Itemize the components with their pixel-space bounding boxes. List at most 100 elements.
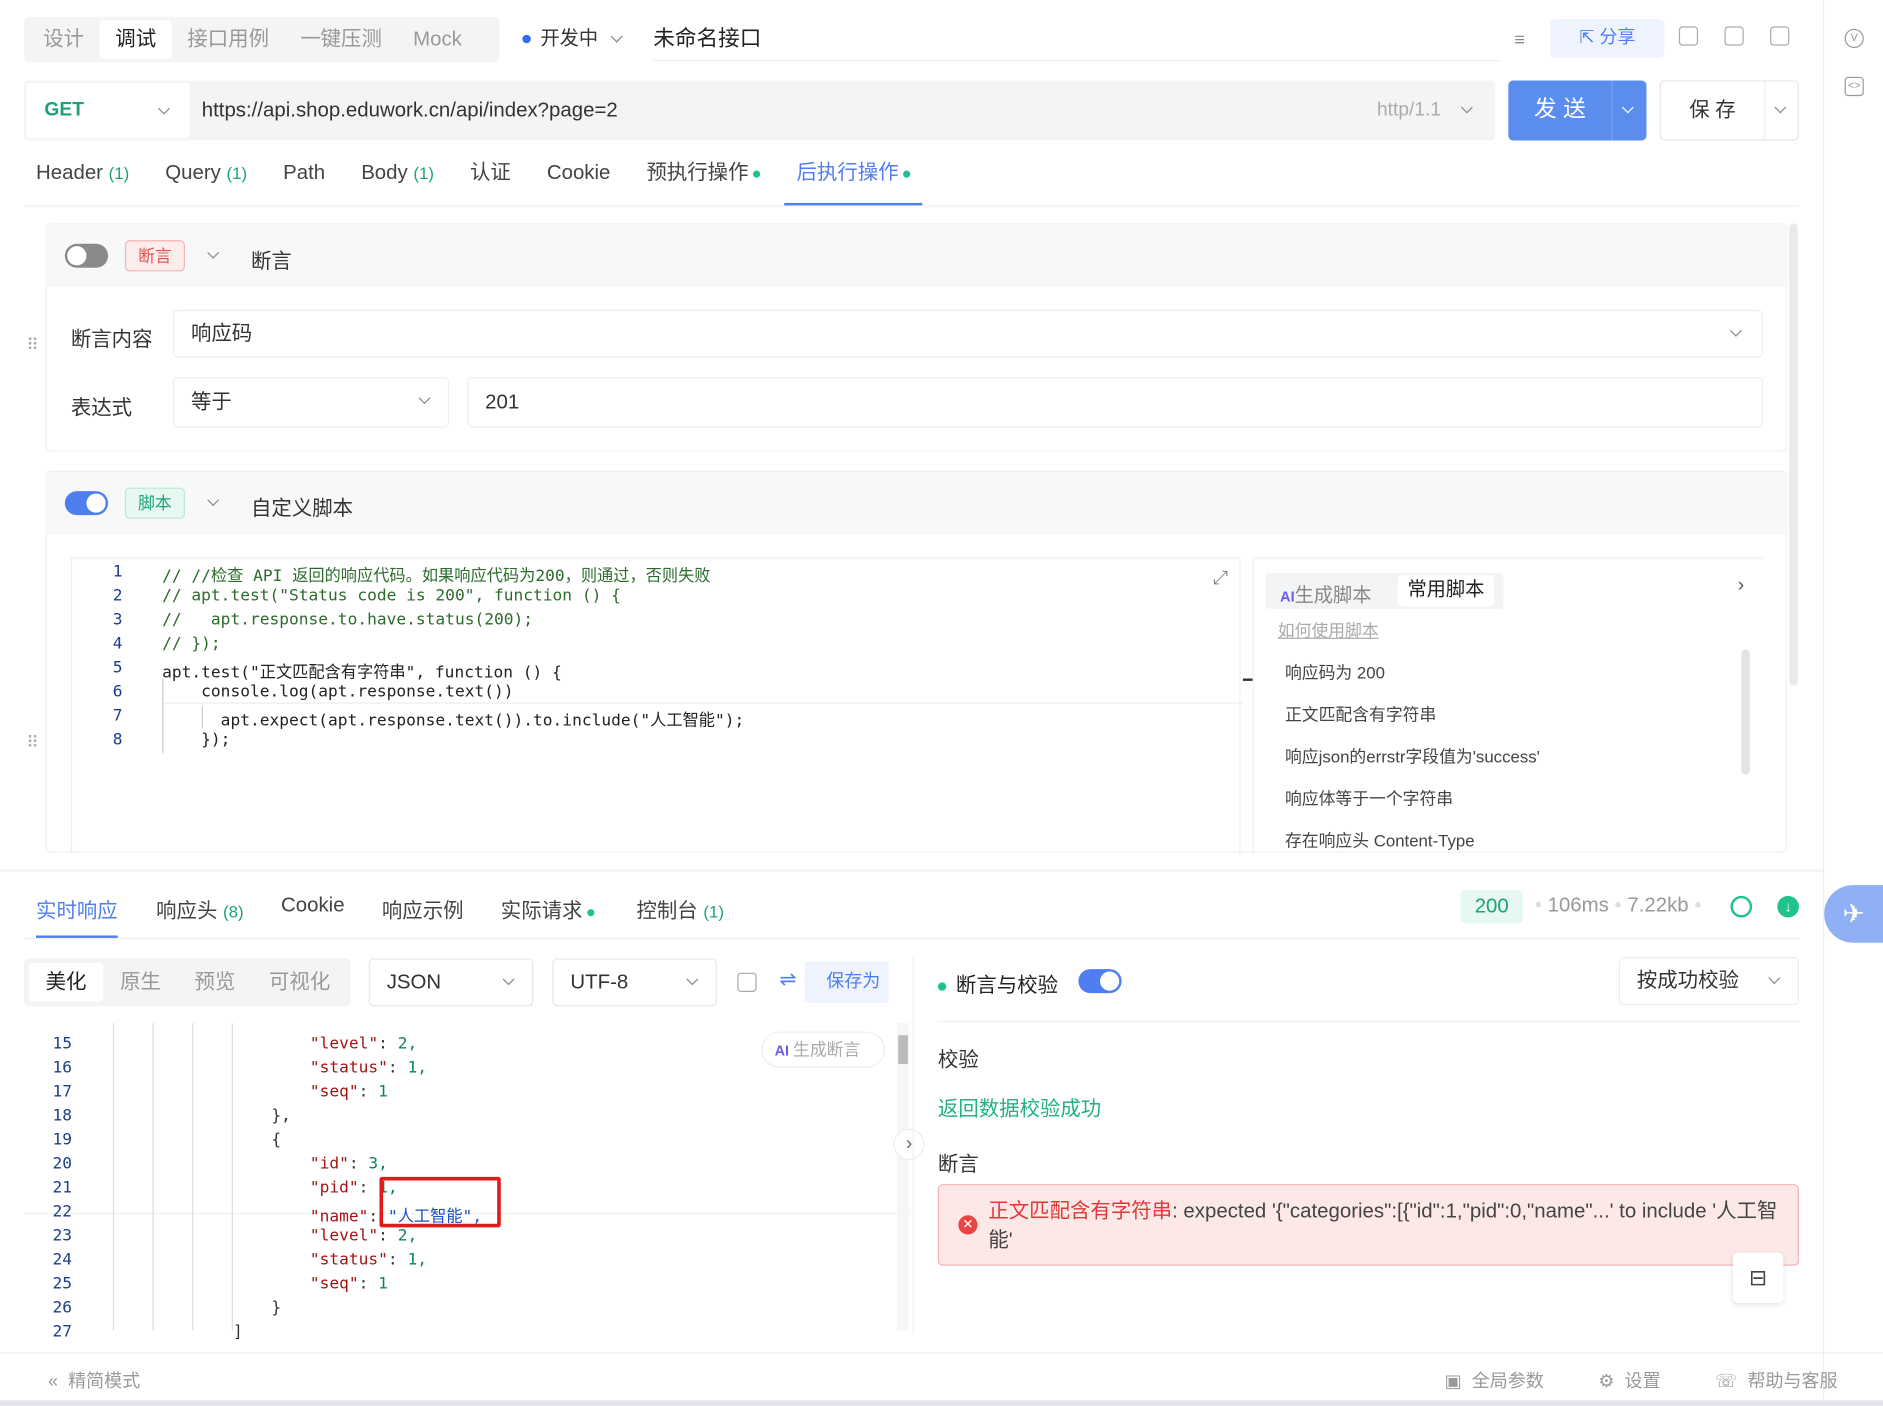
expand-icon[interactable]: ⤢ bbox=[1213, 566, 1228, 590]
snippet-item[interactable]: 响应体等于一个字符串 bbox=[1285, 787, 1453, 811]
tab-response-headers[interactable]: 响应头 (8) bbox=[156, 893, 243, 923]
status-select[interactable]: 开发中 bbox=[522, 17, 624, 63]
scrollbar[interactable] bbox=[897, 1023, 910, 1331]
globe-icon[interactable] bbox=[1730, 895, 1753, 918]
split-divider[interactable] bbox=[0, 869, 1823, 872]
validation-mode-select[interactable]: 按成功校验 bbox=[1618, 957, 1799, 1006]
code-icon[interactable]: <> bbox=[1844, 76, 1864, 97]
validation-header: 断言与校验 bbox=[937, 968, 1058, 998]
archive-icon[interactable] bbox=[1770, 26, 1790, 46]
chevron-down-icon bbox=[418, 392, 431, 405]
tab-response-cookie[interactable]: Cookie bbox=[281, 893, 345, 917]
tab-raw[interactable]: 原生 bbox=[103, 963, 177, 1001]
snippet-item[interactable]: 正文匹配含有字符串 bbox=[1285, 703, 1436, 727]
assertion-content-select[interactable]: 响应码 bbox=[172, 309, 1763, 358]
json-line: { bbox=[271, 1130, 281, 1149]
wrap-icon[interactable]: ⇌ bbox=[779, 968, 796, 992]
tab-query[interactable]: Query (1) bbox=[153, 153, 259, 206]
tab-response-example[interactable]: 响应示例 bbox=[382, 893, 464, 923]
layout-icon[interactable]: ⊟ bbox=[1732, 1252, 1784, 1303]
validation-dot bbox=[937, 982, 947, 991]
url-input[interactable]: https://api.shop.eduwork.cn/api/index?pa… bbox=[202, 80, 618, 140]
expected-value-input[interactable]: 201 bbox=[467, 377, 1763, 428]
tab-auth[interactable]: 认证 bbox=[458, 153, 523, 206]
drag-handle-icon[interactable]: ⠿ bbox=[26, 733, 38, 753]
scrollbar[interactable] bbox=[1789, 223, 1798, 686]
snippet-item[interactable]: 响应json的errstr字段值为'success' bbox=[1285, 745, 1540, 769]
script-toggle[interactable] bbox=[64, 491, 109, 516]
tab-debug[interactable]: 调试 bbox=[99, 20, 172, 59]
assertion-toggle[interactable] bbox=[64, 243, 109, 268]
expression-select[interactable]: 等于 bbox=[172, 377, 450, 428]
send-dropdown-icon[interactable] bbox=[1621, 101, 1634, 114]
tab-visualize[interactable]: 可视化 bbox=[252, 963, 347, 1001]
panel-divider[interactable] bbox=[912, 957, 914, 1335]
send-button[interactable]: 发 送 bbox=[1508, 80, 1647, 141]
settings-button[interactable]: ⚙ 设置 bbox=[1598, 1368, 1660, 1393]
generate-assertion-button[interactable]: AI 生成断言 bbox=[761, 1031, 886, 1068]
tab-design[interactable]: 设计 bbox=[28, 20, 100, 58]
version-icon[interactable]: V bbox=[1844, 28, 1864, 49]
tab-body[interactable]: Body (1) bbox=[349, 153, 446, 206]
current-line bbox=[162, 702, 1243, 704]
expression-value: 等于 bbox=[190, 390, 232, 414]
copy-icon[interactable] bbox=[737, 972, 757, 992]
encoding-select[interactable]: UTF-8 bbox=[552, 958, 717, 1007]
save-dropdown-icon[interactable] bbox=[1774, 101, 1787, 114]
collapse-chevron-icon[interactable] bbox=[207, 494, 220, 507]
tab-header[interactable]: Header (1) bbox=[24, 153, 141, 206]
edit-note-icon[interactable]: ≡ bbox=[1514, 30, 1525, 50]
indent-guide bbox=[231, 1023, 233, 1331]
assertion-header: 断言 断言 bbox=[46, 224, 1789, 288]
api-name-input[interactable]: 未命名接口 bbox=[653, 17, 1502, 62]
tab-cookie[interactable]: Cookie bbox=[535, 153, 623, 206]
snippet-item[interactable]: 存在响应头 Content-Type bbox=[1285, 829, 1475, 853]
collapse-chevron-icon[interactable] bbox=[207, 246, 220, 259]
tab-pre-script[interactable]: 预执行操作 bbox=[634, 153, 772, 206]
snippet-item[interactable]: 响应码为 200 bbox=[1285, 660, 1385, 684]
indent-guide bbox=[152, 1023, 154, 1331]
copy-icon[interactable] bbox=[1724, 26, 1744, 46]
global-params-button[interactable]: ▣ 全局参数 bbox=[1445, 1368, 1544, 1393]
validation-toggle[interactable] bbox=[1078, 969, 1122, 994]
validation-mode-value: 按成功校验 bbox=[1636, 969, 1739, 992]
format-select[interactable]: JSON bbox=[368, 958, 534, 1007]
howto-link[interactable]: 如何使用脚本 bbox=[1278, 618, 1379, 642]
tab-mock[interactable]: Mock bbox=[397, 20, 477, 58]
tab-ai-generate[interactable]: AI生成脚本 bbox=[1280, 579, 1371, 608]
tab-api-cases[interactable]: 接口用例 bbox=[172, 20, 285, 58]
json-line: "seq": 1 bbox=[309, 1274, 388, 1294]
tab-preview[interactable]: 预览 bbox=[178, 963, 252, 1001]
tab-console[interactable]: 控制台 (1) bbox=[636, 893, 723, 923]
json-key: "status" bbox=[309, 1250, 388, 1270]
chat-icon: ☏ bbox=[1714, 1371, 1738, 1392]
tab-path[interactable]: Path bbox=[271, 153, 337, 206]
tab-post-script[interactable]: 后执行操作 bbox=[784, 153, 923, 206]
tab-actual-request[interactable]: 实际请求 bbox=[501, 893, 595, 923]
drag-handle-icon[interactable]: ⠿ bbox=[26, 335, 38, 355]
help-button[interactable]: ☏ 帮助与客服 bbox=[1715, 1368, 1838, 1393]
active-dot bbox=[903, 169, 911, 178]
lock-icon[interactable] bbox=[1678, 26, 1699, 46]
chevron-right-icon[interactable]: › bbox=[1738, 575, 1744, 597]
tab-beautify[interactable]: 美化 bbox=[28, 963, 104, 1002]
json-line: "status": 1, bbox=[309, 1250, 427, 1270]
divider bbox=[1764, 81, 1766, 140]
status-dot bbox=[522, 35, 531, 44]
assistant-bird-icon[interactable]: ✈ bbox=[1824, 885, 1883, 943]
save-button[interactable]: 保 存 bbox=[1659, 80, 1799, 141]
simple-mode-button[interactable]: « 精简模式 bbox=[48, 1368, 140, 1393]
assertion-panel: 断言 断言 断言内容 响应码 表达式 等于 201 bbox=[45, 223, 1789, 452]
script-editor[interactable]: ⤢ 1 2 3 4 5 6 7 8 // //检查 API 返回的响应代码。如果… bbox=[70, 557, 1253, 854]
save-as-button[interactable]: 保存为 bbox=[804, 961, 889, 1003]
tab-stress-test[interactable]: 一键压测 bbox=[285, 20, 398, 58]
method-select[interactable]: GET bbox=[26, 82, 190, 139]
share-button[interactable]: ⇱ 分享 bbox=[1550, 19, 1665, 58]
expand-panel-icon[interactable]: › bbox=[893, 1128, 925, 1161]
line-number: 24 bbox=[52, 1250, 73, 1270]
tab-common-scripts[interactable]: 常用脚本 bbox=[1397, 575, 1494, 607]
tab-live-response[interactable]: 实时响应 bbox=[36, 893, 118, 938]
scrollbar[interactable] bbox=[1741, 649, 1750, 775]
download-icon[interactable]: ↓ bbox=[1777, 895, 1799, 918]
protocol-select[interactable]: http/1.1 bbox=[1377, 80, 1473, 140]
